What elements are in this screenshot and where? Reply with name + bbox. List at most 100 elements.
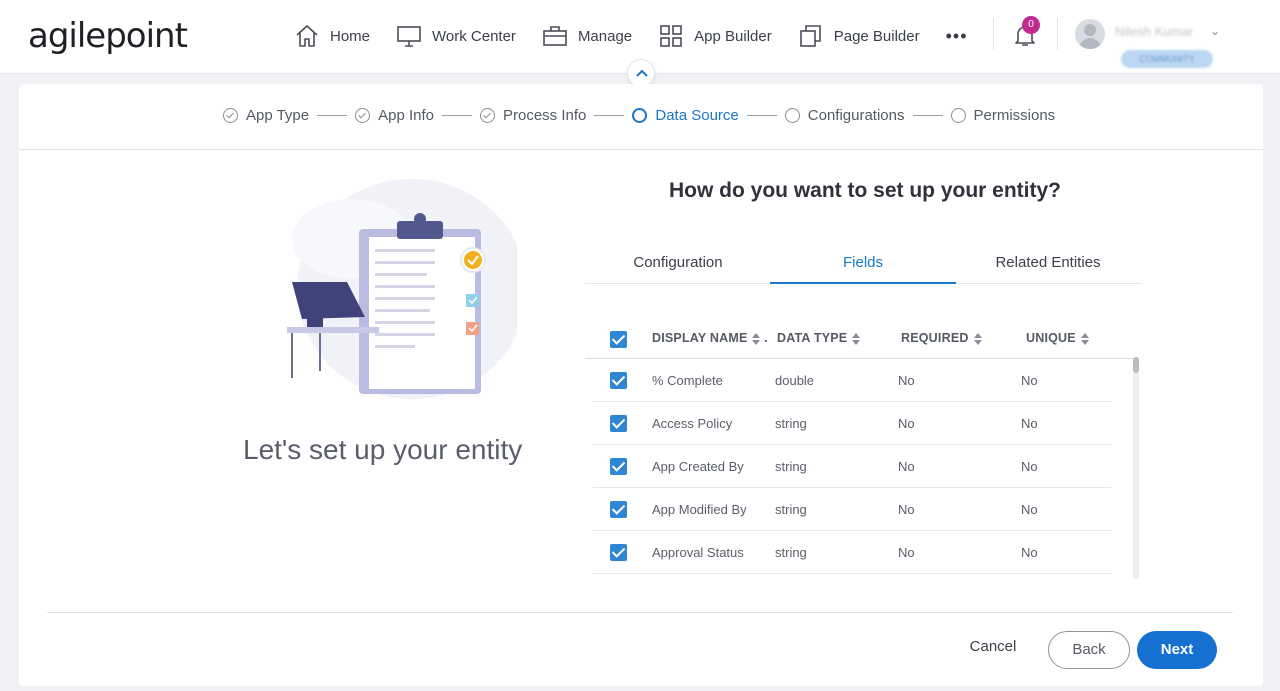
grid-icon: [660, 25, 682, 47]
table-header: DISPLAY NAME . DATA TYPE REQUIRED UNIQUE: [585, 317, 1133, 359]
briefcase-icon: [543, 26, 567, 46]
table-row[interactable]: App Created By string No No: [593, 445, 1111, 488]
select-all-checkbox[interactable]: [610, 331, 627, 348]
step-process-info[interactable]: Process Info: [480, 107, 586, 124]
cell-unique: No: [1021, 459, 1038, 474]
collapse-header-button[interactable]: [627, 59, 655, 87]
step-permissions[interactable]: Permissions: [950, 106, 1056, 124]
nav-work-center-label: Work Center: [432, 27, 516, 45]
nav-divider: [993, 18, 994, 50]
step-label: App Info: [378, 106, 434, 124]
check-circle-icon: [355, 107, 371, 123]
cancel-button[interactable]: Cancel: [961, 638, 1025, 662]
step-configurations[interactable]: Configurations: [784, 106, 905, 124]
row-checkbox[interactable]: [610, 372, 627, 389]
col-label: DATA TYPE: [777, 331, 848, 345]
nav-manage-label: Manage: [577, 27, 633, 45]
step-label: Permissions: [973, 106, 1056, 124]
cell-unique: No: [1021, 373, 1038, 388]
cell-data-type: double: [775, 373, 815, 388]
col-label: DISPLAY NAME: [652, 331, 748, 345]
cell-data-type: string: [775, 416, 807, 431]
nav-app-builder[interactable]: App Builder: [658, 20, 772, 52]
empty-circle-icon: [950, 107, 966, 123]
cell-data-type: string: [775, 459, 807, 474]
empty-circle-icon: [784, 107, 800, 123]
scrollbar-thumb[interactable]: [1133, 357, 1139, 373]
pages-icon: [799, 25, 821, 47]
nav-manage[interactable]: Manage: [542, 20, 632, 52]
check-circle-icon: [480, 107, 495, 123]
cell-data-type: string: [775, 545, 807, 560]
next-button[interactable]: Next: [1137, 631, 1217, 669]
avatar[interactable]: [1075, 19, 1105, 49]
table-row[interactable]: Approval Status string No No: [593, 531, 1111, 574]
tab-fields[interactable]: Fields: [770, 254, 956, 271]
col-label: REQUIRED: [901, 331, 969, 345]
back-button[interactable]: Back: [1048, 631, 1130, 669]
table-scrollbar[interactable]: [1133, 357, 1139, 579]
chevron-down-icon[interactable]: ⌄: [1210, 24, 1220, 38]
user-name[interactable]: Nilesh Kumar: [1115, 24, 1193, 39]
active-tab-indicator: [770, 282, 956, 284]
main-nav: Home Work Center Manage App Builder Page…: [294, 20, 968, 52]
cell-data-type: string: [775, 502, 807, 517]
step-data-source[interactable]: Data Source: [632, 106, 739, 124]
step-label: App Type: [246, 106, 310, 124]
nav-app-builder-label: App Builder: [694, 27, 772, 45]
step-connector: [594, 114, 625, 116]
notification-badge: 0: [1022, 16, 1040, 34]
sort-icon: [973, 332, 982, 345]
chevron-up-icon: [636, 69, 648, 77]
nav-page-builder[interactable]: Page Builder: [798, 20, 920, 52]
row-checkbox[interactable]: [610, 544, 627, 561]
row-checkbox[interactable]: [610, 415, 627, 432]
table-row[interactable]: Access Policy string No No: [593, 402, 1111, 445]
row-checkbox[interactable]: [610, 501, 627, 518]
col-display-name[interactable]: DISPLAY NAME .: [652, 331, 768, 345]
cell-required: No: [898, 416, 915, 431]
nav-home-label: Home: [330, 27, 371, 45]
footer-divider: [47, 612, 1233, 613]
cell-required: No: [898, 545, 915, 560]
step-connector: [912, 114, 943, 116]
tab-configuration[interactable]: Configuration: [585, 254, 771, 271]
sort-icon: [852, 332, 861, 345]
cell-unique: No: [1021, 416, 1038, 431]
cell-unique: No: [1021, 502, 1038, 517]
sort-icon: [1080, 332, 1089, 345]
step-app-info[interactable]: App Info: [355, 107, 434, 124]
row-checkbox[interactable]: [610, 458, 627, 475]
nav-home[interactable]: Home: [294, 20, 370, 52]
step-connector: [746, 114, 777, 116]
sort-icon: [752, 332, 761, 345]
check-circle-icon: [223, 107, 238, 123]
step-label: Configurations: [807, 106, 905, 124]
step-label: Data Source: [655, 106, 739, 124]
step-app-type[interactable]: App Type: [223, 107, 309, 124]
cell-required: No: [898, 373, 915, 388]
step-connector: [317, 114, 348, 116]
col-data-type[interactable]: DATA TYPE: [777, 331, 861, 345]
nav-page-builder-label: Page Builder: [833, 27, 920, 45]
cell-display-name: Approval Status: [652, 545, 744, 560]
more-menu-icon[interactable]: •••: [946, 26, 968, 47]
agilepoint-logo[interactable]: agilepoint: [28, 16, 188, 56]
entity-illustration: [287, 179, 517, 399]
step-label: Process Info: [503, 106, 587, 124]
active-circle-icon: [632, 107, 648, 123]
col-label: UNIQUE: [1026, 331, 1076, 345]
nav-divider-2: [1057, 18, 1058, 50]
table-row[interactable]: % Complete double No No: [593, 359, 1111, 402]
table-row[interactable]: App Modified By string No No: [593, 488, 1111, 531]
nav-work-center[interactable]: Work Center: [396, 20, 516, 52]
step-connector: [442, 114, 472, 116]
monitor-icon: [397, 26, 421, 47]
col-required[interactable]: REQUIRED: [901, 331, 982, 345]
col-unique[interactable]: UNIQUE: [1026, 331, 1089, 345]
entity-tabs: Configuration Fields Related Entities: [585, 244, 1141, 284]
cell-display-name: App Modified By: [652, 502, 747, 517]
tab-related-entities[interactable]: Related Entities: [955, 254, 1141, 271]
cell-display-name: App Created By: [652, 459, 744, 474]
wizard-card: App Type App Info Process Info Data Sour…: [19, 84, 1263, 686]
